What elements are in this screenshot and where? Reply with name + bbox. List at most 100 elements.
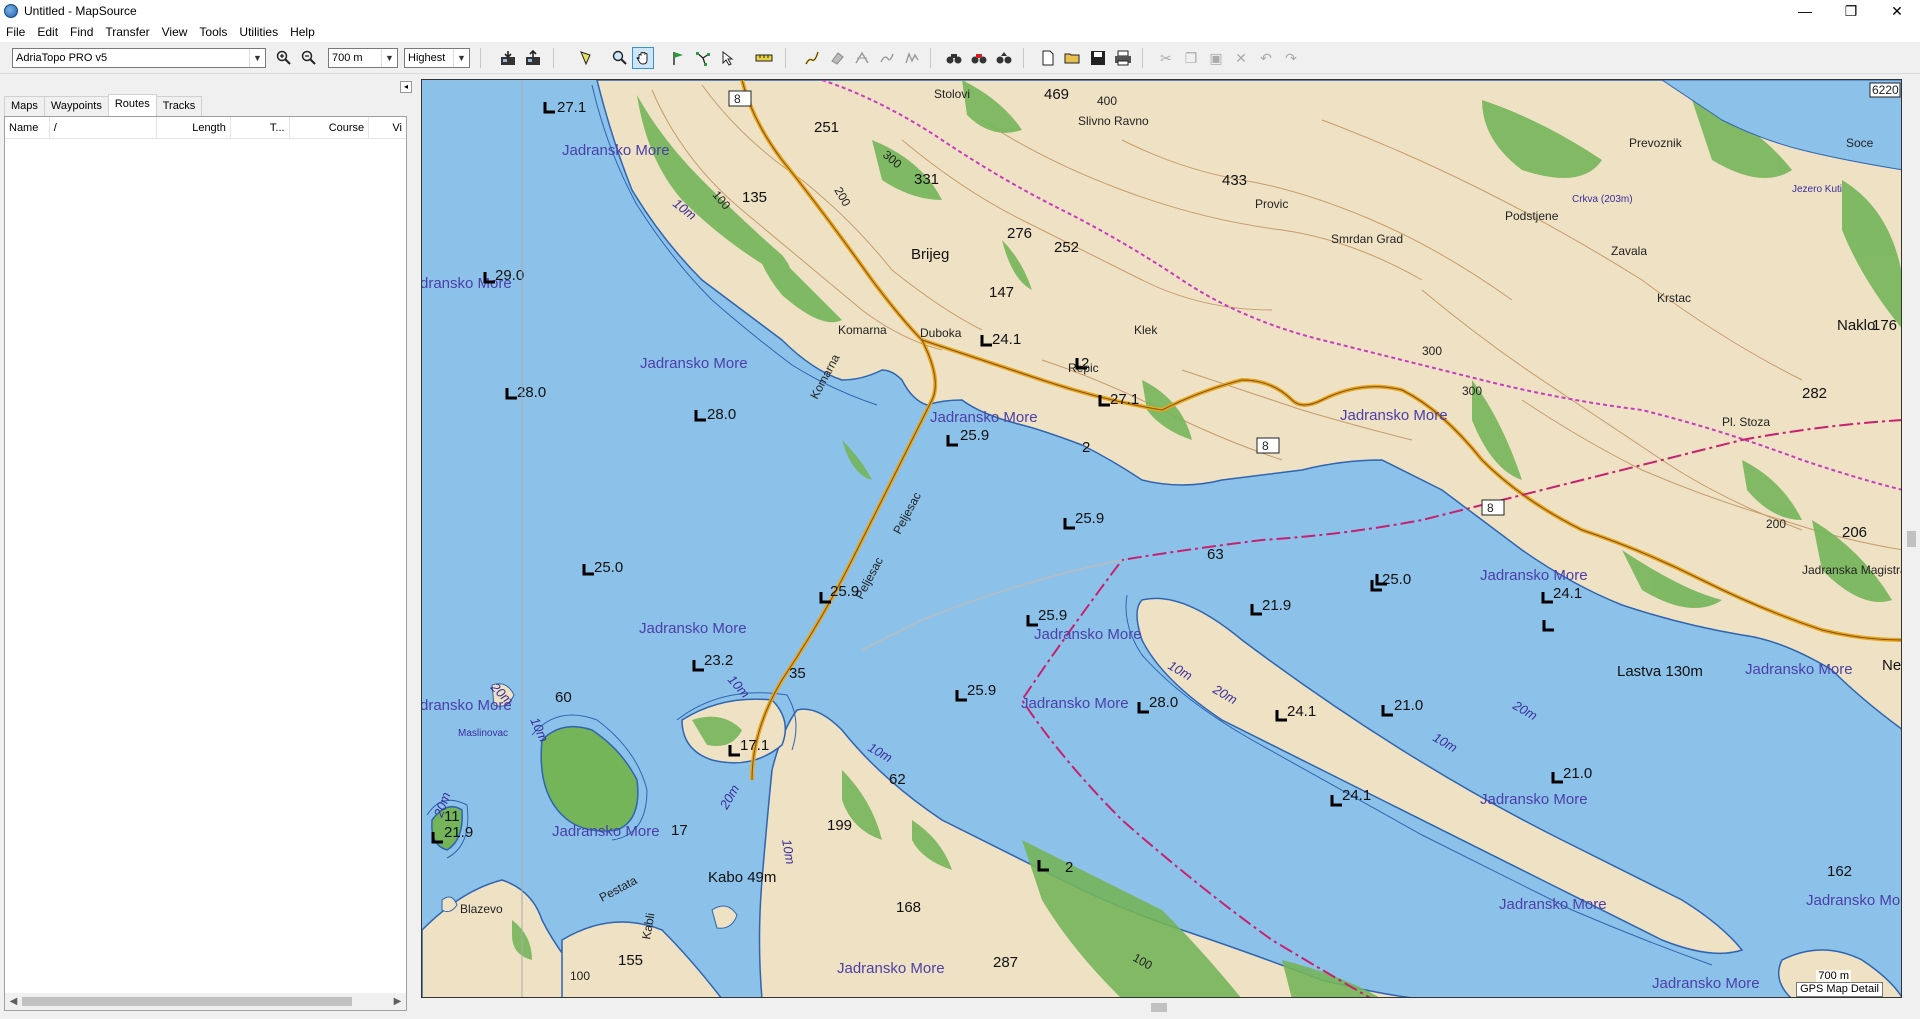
divide-tool-icon[interactable] [851, 47, 873, 69]
depth-sounding: 24.1 [1287, 703, 1316, 720]
collapse-panel-button[interactable]: ◂ [400, 81, 412, 93]
close-button[interactable]: ✕ [1874, 0, 1920, 22]
depth-sounding: 24.1 [1342, 787, 1371, 804]
scroll-left-icon[interactable]: ◀ [5, 993, 22, 1010]
minimize-button[interactable]: — [1782, 0, 1828, 22]
detail-select[interactable]: Highest ▼ [404, 48, 470, 68]
menu-bar: File Edit Find Transfer View Tools Utili… [0, 22, 1920, 42]
chevron-down-icon: ▼ [249, 49, 265, 67]
place-label: Maslinovac [458, 728, 508, 739]
column-course[interactable]: Course [290, 117, 370, 139]
depth-sounding: 2 [1065, 859, 1073, 876]
depth-sounding: 25.0 [594, 559, 623, 576]
road-shield-label: 8 [1487, 501, 1494, 515]
menu-tools[interactable]: Tools [193, 25, 233, 39]
find-icon[interactable] [943, 47, 965, 69]
sea-label: Jadransko More [1499, 896, 1607, 913]
tab-routes[interactable]: Routes [107, 94, 157, 116]
menu-file[interactable]: File [0, 25, 31, 39]
list-horizontal-scrollbar[interactable]: ◀ ▶ [5, 993, 406, 1010]
elevation-label: 300 [1462, 384, 1482, 398]
receive-from-device-icon[interactable] [497, 47, 519, 69]
depth-sounding: 21.0 [1563, 765, 1592, 782]
menu-edit[interactable]: Edit [31, 25, 64, 39]
scroll-thumb[interactable] [1151, 1003, 1167, 1012]
map-view[interactable]: 8 8 8 6220 Jadransko More dransko More J… [421, 79, 1902, 998]
depth-sounding: 29.0 [495, 267, 524, 284]
column-time[interactable]: T... [231, 117, 290, 139]
zoom-in-icon[interactable] [273, 47, 295, 69]
zoom-level-select[interactable]: 700 m ▼ [328, 48, 398, 68]
scroll-thumb[interactable] [22, 997, 352, 1006]
menu-view[interactable]: View [156, 25, 194, 39]
find-nearest-icon[interactable] [968, 47, 990, 69]
title-bar: Untitled - MapSource — ❐ ✕ [0, 0, 1920, 22]
left-panel: ◂ Maps Waypoints Routes Tracks Name / Le… [0, 75, 416, 1019]
save-icon[interactable] [1087, 47, 1109, 69]
menu-help[interactable]: Help [284, 25, 321, 39]
simplify-tool-icon[interactable] [901, 47, 923, 69]
place-label: Blazevo [460, 902, 503, 916]
chevron-down-icon: ▼ [453, 49, 469, 67]
toolbar: AdriaTopo PRO v5 ▼ 700 m ▼ Highest ▼ ✂ ❐… [0, 42, 1920, 74]
place-label: Zavala [1611, 244, 1647, 258]
elevation-label: 135 [742, 189, 767, 206]
copy-icon[interactable]: ❐ [1180, 47, 1202, 69]
new-icon[interactable] [1037, 47, 1059, 69]
redo-icon[interactable]: ↷ [1280, 47, 1302, 69]
waypoint-tool-icon[interactable] [667, 47, 689, 69]
zoom-out-icon[interactable] [298, 47, 320, 69]
open-icon[interactable] [1062, 47, 1084, 69]
print-icon[interactable] [1112, 47, 1134, 69]
depth-sounding: 25.9 [830, 583, 859, 600]
column-length[interactable]: Length [157, 117, 231, 139]
product-select[interactable]: AdriaTopo PRO v5 ▼ [12, 48, 266, 68]
column-via[interactable]: Vi [369, 117, 406, 139]
menu-find[interactable]: Find [64, 25, 99, 39]
undo-icon[interactable]: ↶ [1255, 47, 1277, 69]
elevation-label: 62 [889, 771, 906, 788]
menu-transfer[interactable]: Transfer [99, 25, 155, 39]
send-to-device-icon[interactable] [522, 47, 544, 69]
window-controls: — ❐ ✕ [1782, 0, 1920, 22]
elevation-label: 17 [671, 822, 688, 839]
tab-waypoints[interactable]: Waypoints [43, 96, 109, 116]
tab-tracks[interactable]: Tracks [155, 96, 203, 116]
map-canvas[interactable]: 8 8 8 6220 Jadransko More dransko More J… [422, 80, 1902, 998]
sea-label: Jadransko More [562, 142, 670, 159]
routes-list[interactable]: Name / Length T... Course Vi ◀ ▶ [4, 116, 407, 1011]
product-select-value: AdriaTopo PRO v5 [16, 52, 108, 64]
elevation-label: 206 [1842, 524, 1867, 541]
sea-label: Jadransko More [1021, 695, 1129, 712]
pan-tool-icon[interactable] [632, 47, 654, 69]
tab-maps[interactable]: Maps [4, 96, 45, 116]
measure-tool-icon[interactable] [753, 47, 775, 69]
scroll-right-icon[interactable]: ▶ [389, 993, 406, 1010]
maximize-button[interactable]: ❐ [1828, 0, 1874, 22]
depth-sounding: 25.9 [1038, 607, 1067, 624]
place-label: Prevoznik [1629, 136, 1683, 150]
join-tool-icon[interactable] [876, 47, 898, 69]
depth-sounding: 28.0 [517, 384, 546, 401]
zoom-tool-icon[interactable] [609, 47, 631, 69]
paste-icon[interactable]: ▣ [1205, 47, 1227, 69]
erase-tool-icon[interactable] [826, 47, 848, 69]
cut-icon[interactable]: ✂ [1155, 47, 1177, 69]
delete-icon[interactable]: ✕ [1230, 47, 1252, 69]
depth-sounding: 25.9 [967, 682, 996, 699]
column-sort-indicator[interactable]: / [50, 117, 158, 139]
place-label: Slivno Ravno [1078, 114, 1149, 128]
column-name[interactable]: Name [5, 117, 50, 139]
map-horizontal-scrollbar[interactable] [421, 999, 1903, 1016]
find-address-icon[interactable] [993, 47, 1015, 69]
menu-utilities[interactable]: Utilities [233, 25, 284, 39]
map-vertical-scrollbar[interactable] [1903, 79, 1920, 998]
depth-sounding: 21.9 [444, 824, 473, 841]
place-label: Naklo [1837, 317, 1875, 334]
map-tool-icon[interactable] [575, 47, 597, 69]
selection-tool-icon[interactable] [717, 47, 739, 69]
scroll-thumb[interactable] [1907, 531, 1916, 547]
track-tool-icon[interactable] [801, 47, 823, 69]
toolbar-separator [553, 48, 554, 68]
route-tool-icon[interactable] [692, 47, 714, 69]
